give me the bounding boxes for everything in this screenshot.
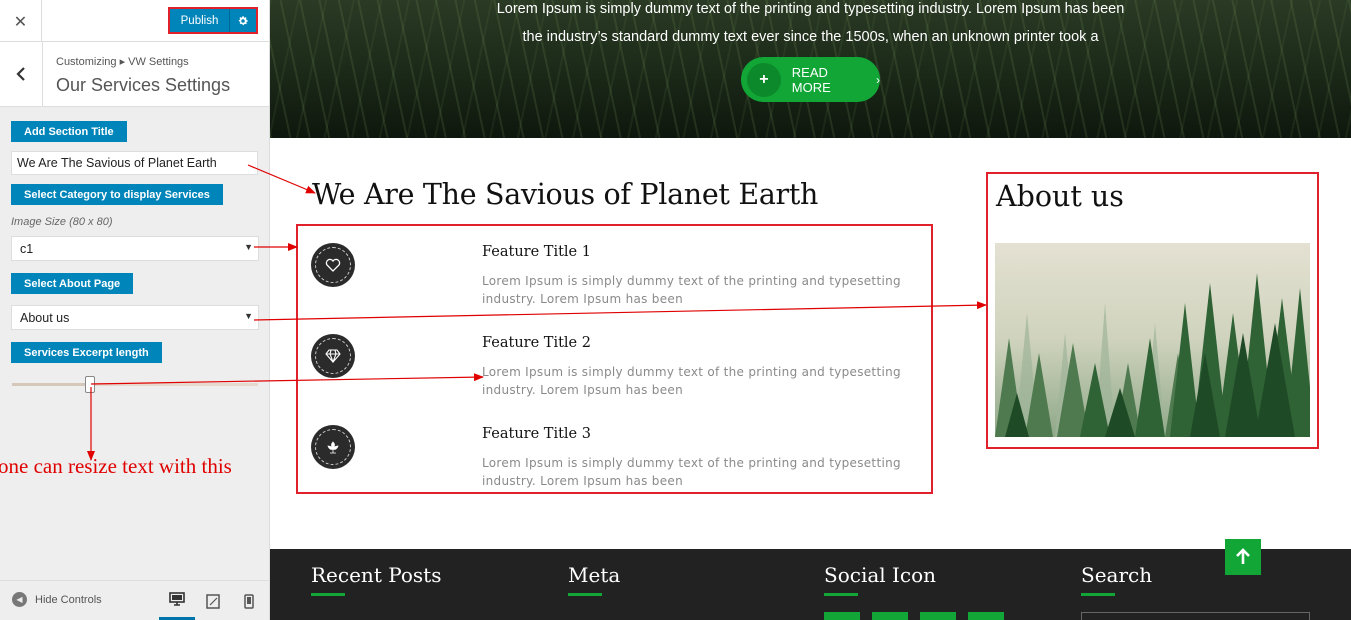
section-header: Customizing ▸ VW Settings Our Services S… — [0, 42, 269, 107]
chevron-right-icon: › — [876, 72, 880, 87]
feature-text: Lorem Ipsum is simply dummy text of the … — [482, 274, 901, 306]
social-link-1[interactable] — [824, 612, 860, 620]
preview-tablet-button[interactable] — [195, 581, 231, 620]
footer-heading-search: Search — [1081, 563, 1153, 587]
services-section-title: We Are The Savious of Planet Earth — [312, 178, 819, 211]
services-features-box: Feature Title 1 Lorem Ipsum is simply du… — [296, 224, 933, 494]
about-page-select[interactable]: About us ▼ — [11, 305, 259, 330]
hide-controls-label: Hide Controls — [35, 593, 102, 606]
footer-heading-underline — [311, 593, 345, 596]
footer-heading-meta: Meta — [568, 563, 621, 587]
category-select-value: c1 — [20, 241, 34, 256]
publish-settings-button[interactable] — [229, 9, 256, 32]
feature-text: Lorem Ipsum is simply dummy text of the … — [482, 365, 901, 397]
about-page-label: Select About Page — [11, 273, 134, 294]
feature-title: Feature Title 2 — [482, 335, 591, 351]
customizer-header: ✕ Publish — [0, 0, 269, 42]
excerpt-length-label: Services Excerpt length — [11, 342, 162, 363]
forest-image — [995, 243, 1310, 437]
footer-search-input[interactable] — [1081, 612, 1310, 620]
caret-down-icon: ▼ — [244, 311, 253, 321]
image-size-note: Image Size (80 x 80) — [11, 216, 113, 228]
annotation-resize-note: one can resize text with this — [0, 454, 232, 478]
about-title: About us — [996, 180, 1124, 213]
customizer-footer: ◀ Hide Controls — [0, 580, 269, 620]
social-link-2[interactable] — [872, 612, 908, 620]
close-customizer-button[interactable]: ✕ — [0, 0, 42, 42]
desktop-icon — [169, 592, 185, 606]
footer-heading-recent-posts: Recent Posts — [311, 563, 442, 587]
slider-thumb[interactable] — [85, 376, 95, 393]
feature-icon — [311, 425, 355, 469]
preview-mobile-button[interactable] — [231, 581, 267, 620]
tablet-icon — [206, 593, 220, 609]
diamond-icon — [325, 349, 341, 363]
feature-title: Feature Title 3 — [482, 426, 591, 442]
gear-icon — [238, 15, 248, 25]
collapse-icon: ◀ — [12, 592, 27, 607]
feature-icon — [311, 334, 355, 378]
scroll-to-top-button[interactable] — [1225, 539, 1261, 575]
excerpt-length-slider[interactable] — [12, 383, 258, 386]
chevron-left-icon — [16, 67, 25, 81]
publish-button[interactable]: Publish — [170, 9, 229, 32]
footer-heading-underline — [568, 593, 602, 596]
footer-heading-social: Social Icon — [824, 563, 937, 587]
feature-icon — [311, 243, 355, 287]
social-link-4[interactable] — [968, 612, 1004, 620]
footer-heading-underline — [824, 593, 858, 596]
caret-down-icon: ▼ — [244, 242, 253, 252]
publish-group: Publish — [168, 7, 258, 34]
mobile-icon — [244, 593, 254, 609]
breadcrumb: Customizing ▸ VW Settings — [56, 56, 189, 68]
site-preview: Lorem Ipsum is simply dummy text of the … — [270, 0, 1351, 620]
hero-text-line-2: the industry’s standard dummy text ever … — [522, 29, 1099, 45]
section-title: Our Services Settings — [56, 75, 231, 95]
hero-banner: Lorem Ipsum is simply dummy text of the … — [270, 0, 1351, 138]
category-select[interactable]: c1 ▼ — [11, 236, 259, 261]
social-link-3[interactable] — [920, 612, 956, 620]
footer-heading-underline — [1081, 593, 1115, 596]
hide-controls-button[interactable]: ◀ Hide Controls — [12, 592, 102, 607]
section-title-input[interactable]: We Are The Savious of Planet Earth — [11, 151, 258, 175]
section-title-label: Add Section Title — [11, 121, 127, 142]
read-more-button[interactable]: + READ MORE › — [741, 57, 880, 102]
site-footer: Recent Posts Meta Social Icon Search — [270, 539, 1351, 620]
plus-icon: + — [747, 62, 781, 97]
preview-desktop-button[interactable] — [159, 581, 195, 620]
slider-fill — [12, 383, 91, 386]
customizer-sidebar: ✕ Publish Customizing ▸ VW Settings Our … — [0, 0, 270, 620]
category-label: Select Category to display Services — [11, 184, 223, 205]
leaf-icon — [327, 441, 339, 454]
forest-illustration — [995, 243, 1310, 437]
close-icon: ✕ — [13, 11, 28, 31]
feature-text: Lorem Ipsum is simply dummy text of the … — [482, 456, 901, 488]
read-more-label: READ MORE — [791, 64, 831, 95]
back-button[interactable] — [0, 42, 43, 106]
heart-icon — [325, 258, 341, 272]
hero-text-line-1: Lorem Ipsum is simply dummy text of the … — [496, 1, 1125, 17]
feature-title: Feature Title 1 — [482, 244, 591, 260]
about-page-select-value: About us — [20, 310, 70, 325]
arrow-up-icon — [1236, 548, 1250, 564]
